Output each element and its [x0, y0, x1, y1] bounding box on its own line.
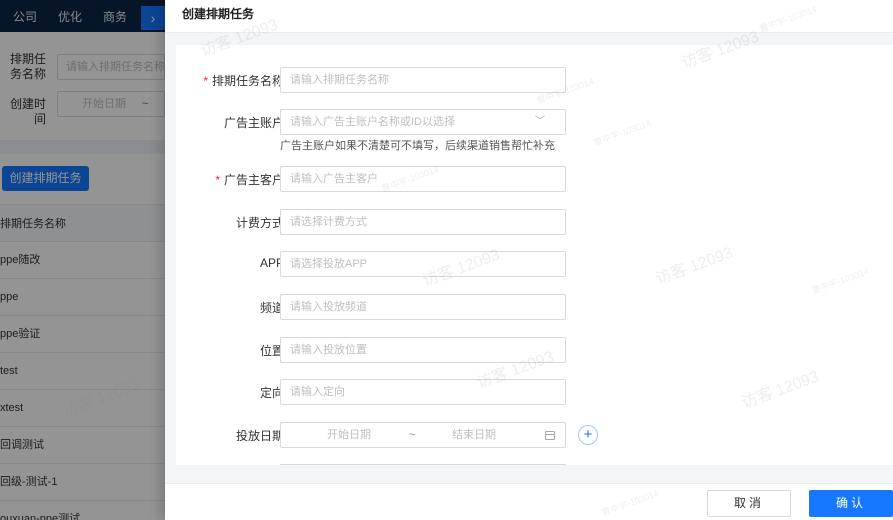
app-select[interactable]: 请选择投放APP	[280, 251, 566, 277]
create-task-drawer: 创建排期任务 * 排期任务名称 请输入排期任务名称 广告主账户 请输入广告主账户名…	[165, 0, 893, 520]
advertiser-client-label: * 广告主客户	[215, 173, 284, 187]
advertiser-account-row: 广告主账户 请输入广告主账户名称或ID以选择 ﹀ 广告主账户如果不清楚可不填写，后…	[176, 109, 893, 152]
task-name-row: * 排期任务名称 请输入排期任务名称	[176, 67, 893, 93]
drawer-header: 创建排期任务	[165, 0, 893, 33]
billing-method-row: 计费方式 请选择计费方式	[176, 209, 893, 235]
required-mark: *	[215, 173, 220, 187]
cancel-button[interactable]: 取消	[707, 490, 791, 517]
drawer-title: 创建排期任务	[182, 7, 255, 21]
next-field-partial	[280, 464, 566, 465]
advertiser-account-hint: 广告主账户如果不清楚可不填写，后续渠道销售帮忙补充	[280, 140, 555, 152]
confirm-button[interactable]: 确认	[809, 490, 893, 517]
range-separator: ~	[409, 429, 416, 441]
add-date-range-button[interactable]: +	[578, 425, 598, 445]
position-row: 位置 请输入投放位置	[176, 337, 893, 363]
channel-input[interactable]: 请输入投放频道	[280, 294, 566, 320]
position-input[interactable]: 请输入投放位置	[280, 337, 566, 363]
drawer-form: * 排期任务名称 请输入排期任务名称 广告主账户 请输入广告主账户名称或ID以选择…	[176, 45, 893, 465]
chevron-down-icon: ﹀	[535, 116, 545, 127]
delivery-date-row: 投放日期 开始日期 ~ 结束日期 +	[176, 422, 893, 448]
advertiser-account-label: 广告主账户	[223, 116, 284, 130]
delivery-date-range[interactable]: 开始日期 ~ 结束日期	[280, 422, 566, 448]
channel-row: 频道 请输入投放频道	[176, 294, 893, 320]
targeting-input[interactable]: 请输入定向	[280, 379, 566, 405]
billing-method-select[interactable]: 请选择计费方式	[280, 209, 566, 235]
billing-method-label: 计费方式	[235, 216, 284, 230]
start-date-placeholder[interactable]: 开始日期	[327, 423, 371, 447]
advertiser-account-select[interactable]: 请输入广告主账户名称或ID以选择 ﹀	[280, 109, 566, 135]
advertiser-client-row: * 广告主客户 请输入广告主客户	[176, 166, 893, 192]
targeting-row: 定向 请输入定向	[176, 379, 893, 405]
task-name-input[interactable]: 请输入排期任务名称	[280, 67, 566, 93]
drawer-footer: 取消 确认	[165, 483, 893, 520]
task-name-label: * 排期任务名称	[203, 74, 284, 88]
advertiser-client-input[interactable]: 请输入广告主客户	[280, 166, 566, 192]
app-row: APP 请选择投放APP	[176, 251, 893, 277]
end-date-placeholder[interactable]: 结束日期	[452, 423, 496, 447]
required-mark: *	[203, 74, 208, 88]
calendar-icon	[545, 431, 555, 440]
delivery-date-label: 投放日期	[235, 429, 284, 443]
